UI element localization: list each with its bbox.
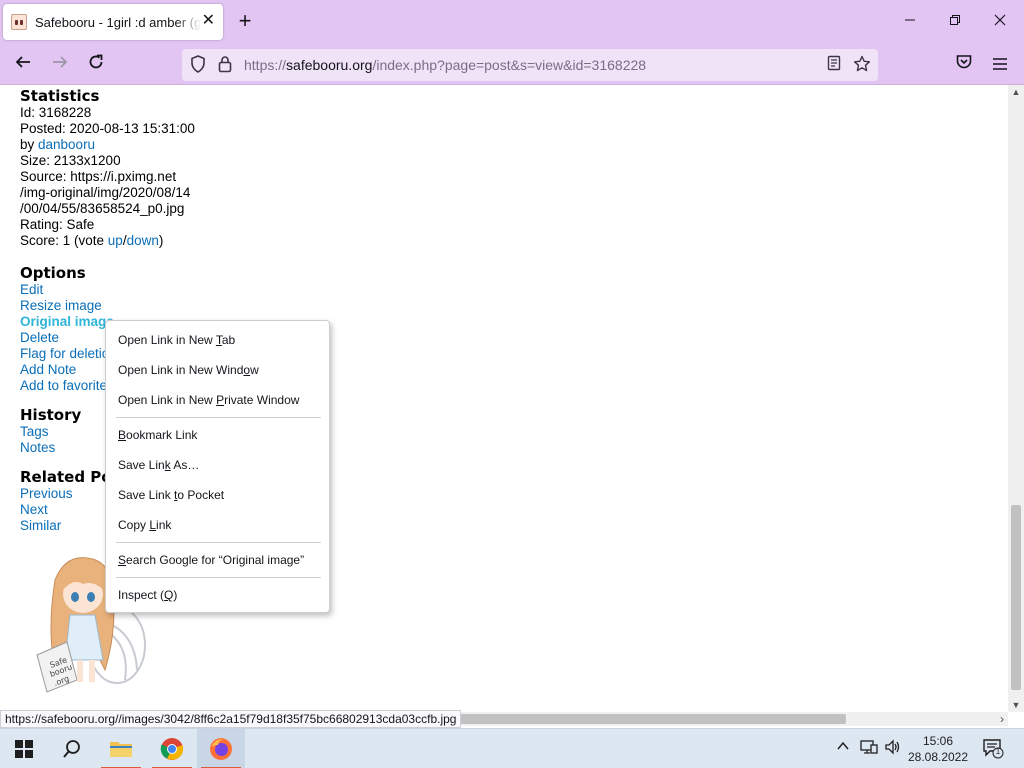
network-icon[interactable]	[860, 739, 878, 759]
options-heading: Options	[20, 264, 86, 282]
stat-score: Score: 1 (vote up/down)	[20, 233, 164, 248]
ctx-search-google[interactable]: Search Google for “Original image”	[118, 552, 304, 568]
link-status-bar: https://safebooru.org//images/3042/8ff6c…	[0, 710, 462, 728]
clock-date: 28.08.2022	[907, 750, 969, 764]
ctx-save-to-pocket[interactable]: Save Link to Pocket	[118, 487, 224, 503]
show-hidden-icons-chevron-icon[interactable]	[836, 739, 850, 757]
stat-rating: Rating: Safe	[20, 217, 95, 232]
reader-view-icon[interactable]	[824, 55, 844, 75]
title-bar: Safebooru - 1girl :d amber (genshin impa…	[0, 0, 1024, 44]
ctx-open-new-tab[interactable]: Open Link in New Tab	[118, 332, 235, 348]
file-explorer-button[interactable]	[97, 729, 145, 768]
vote-up-link[interactable]: up	[108, 233, 123, 248]
menu-separator	[116, 542, 321, 543]
next-post-link[interactable]: Next	[20, 502, 48, 517]
tab-title: Safebooru - 1girl :d amber (genshin impa…	[35, 14, 201, 30]
previous-post-link[interactable]: Previous	[20, 486, 73, 501]
ctx-open-new-window[interactable]: Open Link in New Window	[118, 362, 259, 378]
stat-posted: Posted: 2020-08-13 15:31:00	[20, 121, 195, 136]
system-clock[interactable]: 15:06 28.08.2022	[905, 733, 971, 765]
reload-button[interactable]	[83, 52, 109, 78]
ctx-open-private-window[interactable]: Open Link in New Private Window	[118, 392, 299, 408]
folder-icon	[110, 742, 132, 757]
horizontal-scrollbar[interactable]: ›	[460, 712, 1008, 726]
chrome-icon	[160, 738, 184, 760]
chrome-button[interactable]	[148, 729, 196, 768]
tracking-protection-shield-icon[interactable]	[188, 55, 208, 75]
delete-link[interactable]: Delete	[20, 330, 59, 345]
vertical-scroll-thumb[interactable]	[1011, 505, 1021, 690]
menu-separator	[116, 577, 321, 578]
ctx-bookmark-link[interactable]: Bookmark Link	[118, 427, 197, 443]
ctx-copy-link[interactable]: Copy Link	[118, 517, 171, 533]
app-menu-button[interactable]	[987, 52, 1013, 78]
horizontal-scroll-thumb[interactable]	[460, 714, 846, 724]
windows-logo-icon	[15, 740, 33, 758]
scroll-down-arrow-icon[interactable]: ▼	[1008, 700, 1024, 710]
lock-icon[interactable]	[215, 55, 235, 75]
bookmark-star-icon[interactable]	[852, 55, 872, 75]
ctx-save-link-as[interactable]: Save Link As…	[118, 457, 199, 473]
resize-image-link[interactable]: Resize image	[20, 298, 102, 313]
similar-posts-link[interactable]: Similar	[20, 518, 61, 533]
minimize-button[interactable]	[898, 10, 922, 34]
forward-button[interactable]	[47, 52, 73, 78]
flag-deletion-link[interactable]: Flag for deletion	[20, 346, 117, 361]
add-note-link[interactable]: Add Note	[20, 362, 76, 377]
start-button[interactable]	[0, 729, 48, 768]
scroll-right-arrow-icon[interactable]: ›	[1000, 712, 1004, 726]
original-image-link[interactable]: Original image	[20, 314, 114, 329]
history-notes-link[interactable]: Notes	[20, 440, 55, 455]
stat-size: Size: 2133x1200	[20, 153, 121, 168]
notification-count: 1	[995, 747, 1001, 756]
back-button[interactable]	[10, 52, 36, 78]
stat-source-3: /00/04/55/83658524_p0.jpg	[20, 201, 185, 216]
scroll-up-arrow-icon[interactable]: ▲	[1008, 87, 1024, 97]
stat-by: by danbooru	[20, 137, 96, 152]
windows-taskbar: 15:06 28.08.2022 1	[0, 728, 1024, 768]
screen: Safebooru - 1girl :d amber (genshin impa…	[0, 0, 1024, 768]
statistics-heading: Statistics	[20, 87, 100, 105]
ctx-inspect[interactable]: Inspect (Q)	[118, 587, 177, 603]
address-bar[interactable]: https://safebooru.org/index.php?page=pos…	[182, 49, 878, 81]
firefox-button[interactable]	[197, 729, 245, 768]
restore-button[interactable]	[943, 10, 967, 34]
link-context-menu: Open Link in New Tab Open Link in New Wi…	[105, 320, 330, 613]
add-favorites-link[interactable]: Add to favorites	[20, 378, 114, 393]
uploader-link[interactable]: danbooru	[38, 137, 95, 152]
site-favicon-icon	[11, 14, 27, 30]
firefox-icon	[210, 738, 232, 760]
menu-separator	[116, 417, 321, 418]
stat-source-1: Source: https://i.pximg.net	[20, 169, 177, 184]
close-tab-icon[interactable]: ✕	[202, 13, 215, 29]
url-text[interactable]: https://safebooru.org/index.php?page=pos…	[244, 57, 646, 73]
vertical-scrollbar[interactable]: ▲ ▼	[1008, 85, 1024, 712]
volume-icon[interactable]	[884, 739, 902, 759]
edit-link[interactable]: Edit	[20, 282, 43, 297]
navigation-toolbar: https://safebooru.org/index.php?page=pos…	[0, 44, 1024, 85]
browser-tab[interactable]: Safebooru - 1girl :d amber (genshin impa…	[3, 4, 223, 40]
clock-time: 15:06	[922, 734, 954, 748]
stat-source-2: /img-original/img/2020/08/14	[20, 185, 191, 200]
vote-down-link[interactable]: down	[127, 233, 159, 248]
stat-id: Id: 3168228	[20, 105, 92, 120]
new-tab-button[interactable]: +	[233, 10, 257, 34]
close-window-button[interactable]	[988, 10, 1012, 34]
notification-center-button[interactable]: 1	[982, 737, 1004, 763]
search-icon	[63, 740, 80, 758]
history-tags-link[interactable]: Tags	[20, 424, 49, 439]
search-button[interactable]	[48, 729, 96, 768]
pocket-button[interactable]	[951, 52, 977, 78]
